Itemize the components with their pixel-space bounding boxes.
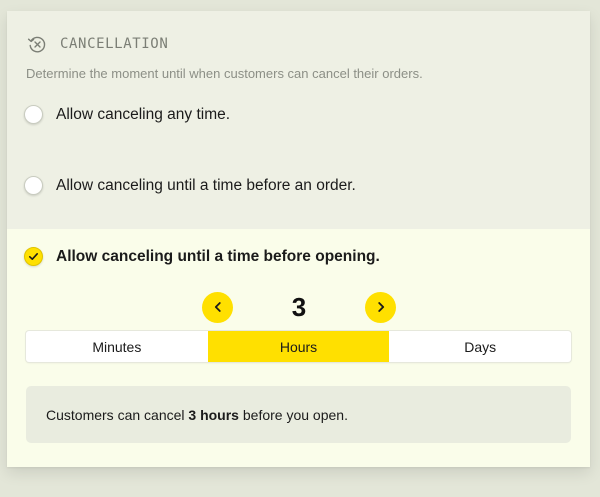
option-before-opening[interactable]: Allow canceling until a time before open…: [24, 247, 380, 266]
check-icon: [29, 253, 38, 260]
stepper-value: 3: [291, 291, 307, 322]
chevron-right-icon: [377, 302, 384, 312]
unit-hours[interactable]: Hours: [207, 331, 390, 362]
increment-button[interactable]: [365, 291, 396, 323]
section-header: CANCELLATION: [26, 33, 168, 55]
summary-suffix: before you open.: [238, 406, 348, 423]
option-before-order[interactable]: Allow canceling until a time before an o…: [24, 176, 356, 195]
section-description: Determine the moment until when customer…: [26, 66, 423, 81]
option-label: Allow canceling until a time before an o…: [56, 176, 356, 194]
value-stepper: 3: [202, 291, 396, 323]
radio-button[interactable]: [24, 105, 43, 124]
option-any-time[interactable]: Allow canceling any time.: [24, 105, 230, 124]
radio-button[interactable]: [24, 176, 43, 195]
cancel-clock-icon: [27, 36, 46, 53]
option-label: Allow canceling until a time before open…: [56, 247, 380, 265]
option-label: Allow canceling any time.: [56, 105, 231, 123]
unit-days[interactable]: Days: [389, 331, 571, 362]
cancellation-card: CANCELLATION Determine the moment until …: [7, 11, 590, 467]
radio-button-checked[interactable]: [24, 247, 43, 266]
unit-minutes[interactable]: Minutes: [26, 331, 208, 362]
decrement-button[interactable]: [202, 291, 233, 323]
time-unit-selector: Minutes Hours Days: [26, 331, 571, 362]
chevron-left-icon: [214, 302, 221, 312]
summary-highlight: 3 hours: [188, 406, 239, 423]
section-title: CANCELLATION: [60, 36, 169, 52]
summary-prefix: Customers can cancel: [46, 406, 189, 423]
cancellation-summary: Customers can cancel 3 hours before you …: [26, 386, 571, 443]
